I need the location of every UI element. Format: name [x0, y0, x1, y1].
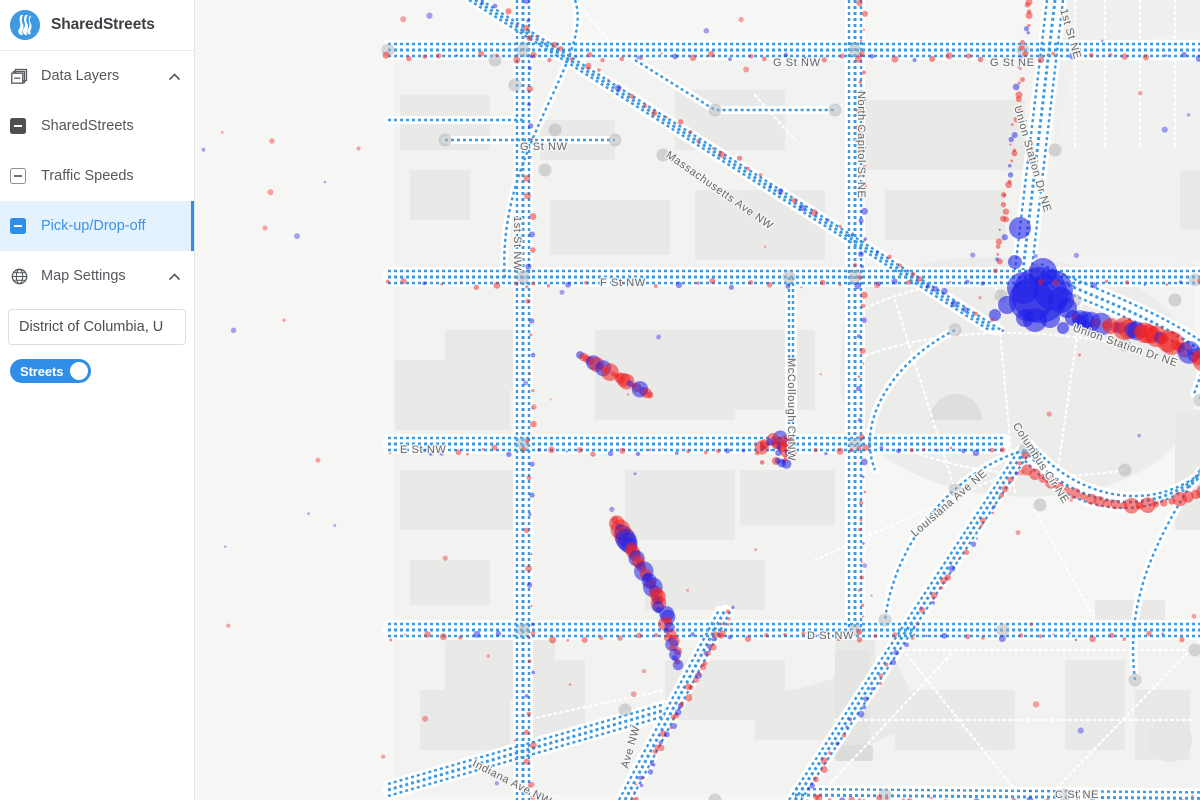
brand-title: SharedStreets	[51, 16, 155, 33]
chevron-up-icon[interactable]	[168, 70, 180, 82]
globe-icon	[10, 267, 28, 285]
layer-item-sharedstreets[interactable]: SharedStreets	[0, 101, 194, 151]
map-canvas[interactable]: G St NW G St NE G St NW F St NW E St NW D St …	[195, 0, 1200, 800]
layer-item-traffic-speeds[interactable]: Traffic Speeds	[0, 151, 194, 201]
layer-label-pickup-dropoff: Pick-up/Drop-off	[41, 218, 146, 234]
section-header-map-settings[interactable]: Map Settings	[0, 251, 194, 301]
chevron-up-icon[interactable]	[168, 270, 180, 282]
app-root: SharedStreets Data Layers SharedStreets …	[0, 0, 1200, 800]
streets-basemap-toggle[interactable]: Streets	[10, 359, 92, 383]
section-title-map-settings: Map Settings	[41, 268, 126, 284]
layer-label-traffic-speeds: Traffic Speeds	[41, 168, 134, 184]
section-header-data-layers[interactable]: Data Layers	[0, 51, 194, 101]
checkbox-indeterminate-outline-icon[interactable]	[10, 168, 26, 184]
region-select-field[interactable]	[8, 309, 186, 345]
basemap-toggle-wrap: Streets	[0, 345, 194, 383]
sidebar: SharedStreets Data Layers SharedStreets …	[0, 0, 195, 800]
checkbox-indeterminate-dark-icon[interactable]	[10, 118, 26, 134]
region-input[interactable]	[19, 319, 175, 335]
streets-toggle-label: Streets	[20, 363, 64, 379]
map-vector-layer	[195, 0, 1200, 800]
brand-header: SharedStreets	[0, 0, 194, 51]
checkbox-indeterminate-blue-icon[interactable]	[10, 218, 26, 234]
layers-icon	[10, 67, 28, 85]
toggle-knob[interactable]	[70, 362, 89, 380]
layer-item-pickup-dropoff[interactable]: Pick-up/Drop-off	[0, 201, 194, 251]
sharedstreets-logo-icon	[10, 10, 40, 40]
section-title-data-layers: Data Layers	[41, 68, 120, 84]
layer-label-sharedstreets: SharedStreets	[41, 118, 134, 134]
